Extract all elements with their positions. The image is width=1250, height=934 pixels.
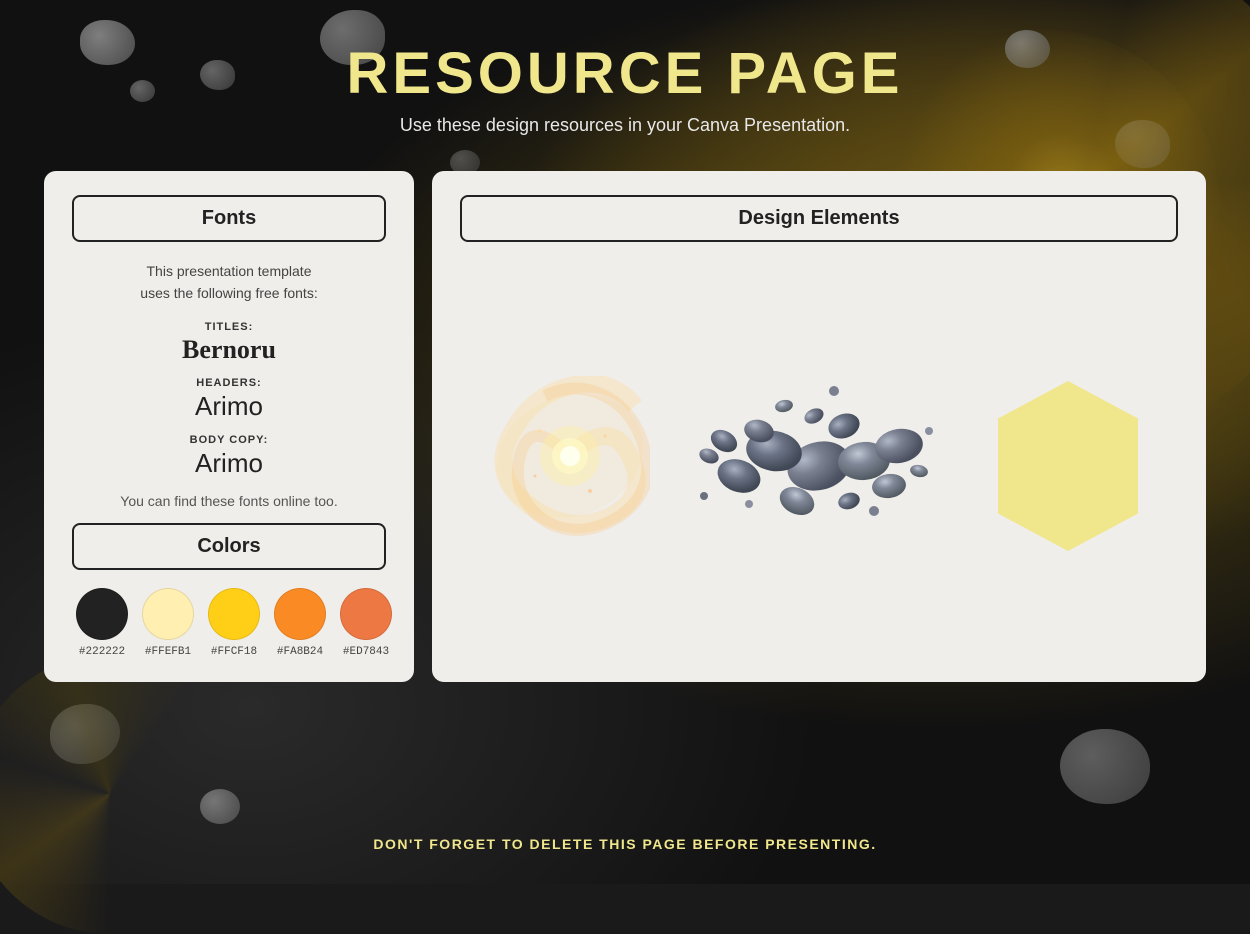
design-elements-grid xyxy=(460,260,1178,653)
fonts-label: Fonts xyxy=(202,207,256,229)
color-hex-2: #FFEFB1 xyxy=(145,646,191,658)
hexagon-element xyxy=(988,376,1148,536)
headers-font-block: HEADERS: Arimo xyxy=(72,377,386,422)
color-swatch-2: #FFEFB1 xyxy=(142,588,194,658)
color-circle-4 xyxy=(274,588,326,640)
headers-font-name: Arimo xyxy=(72,391,386,422)
titles-label: TITLES: xyxy=(72,321,386,333)
color-hex-3: #FFCF18 xyxy=(211,646,257,658)
footer-text: DON'T FORGET TO DELETE THIS PAGE BEFORE … xyxy=(0,836,1250,852)
galaxy-swirl-icon xyxy=(490,376,650,536)
galaxy-element xyxy=(490,376,650,536)
body-label: BODY COPY: xyxy=(72,434,386,446)
color-circle-2 xyxy=(142,588,194,640)
titles-font-block: TITLES: Bernoru xyxy=(72,321,386,365)
design-elements-header-box: Design Elements xyxy=(460,195,1178,242)
hexagon-shape-icon xyxy=(988,376,1148,556)
fonts-header-box: Fonts xyxy=(72,195,386,242)
headers-label: HEADERS: xyxy=(72,377,386,389)
colors-section: Colors #222222 #FFEFB1 #FFCF18 #FA8B24 xyxy=(72,523,386,658)
find-fonts-text: You can find these fonts online too. xyxy=(72,493,386,509)
page-title: RESOURCE PAGE xyxy=(0,40,1250,107)
color-hex-4: #FA8B24 xyxy=(277,646,323,658)
fonts-intro: This presentation template uses the foll… xyxy=(72,260,386,305)
design-elements-label: Design Elements xyxy=(738,207,899,229)
page-subtitle: Use these design resources in your Canva… xyxy=(0,115,1250,136)
color-circle-5 xyxy=(340,588,392,640)
color-swatch-1: #222222 xyxy=(76,588,128,658)
color-hex-5: #ED7843 xyxy=(343,646,389,658)
left-card: Fonts This presentation template uses th… xyxy=(44,171,414,682)
colors-label: Colors xyxy=(197,535,260,557)
header-section: RESOURCE PAGE Use these design resources… xyxy=(0,0,1250,166)
asteroids-cluster-icon xyxy=(689,356,949,556)
color-swatch-3: #FFCF18 xyxy=(208,588,260,658)
color-swatch-4: #FA8B24 xyxy=(274,588,326,658)
bg-asteroid-9 xyxy=(1060,729,1150,804)
titles-font-name: Bernoru xyxy=(72,335,386,365)
asteroids-element xyxy=(689,356,949,556)
color-hex-1: #222222 xyxy=(79,646,125,658)
color-circle-1 xyxy=(76,588,128,640)
color-swatch-5: #ED7843 xyxy=(340,588,392,658)
right-card: Design Elements xyxy=(432,171,1206,682)
color-circle-3 xyxy=(208,588,260,640)
color-swatches: #222222 #FFEFB1 #FFCF18 #FA8B24 #ED7843 xyxy=(72,588,386,658)
body-font-block: BODY COPY: Arimo xyxy=(72,434,386,479)
body-font-name: Arimo xyxy=(72,448,386,479)
cards-container: Fonts This presentation template uses th… xyxy=(0,171,1250,682)
colors-header-box: Colors xyxy=(72,523,386,570)
